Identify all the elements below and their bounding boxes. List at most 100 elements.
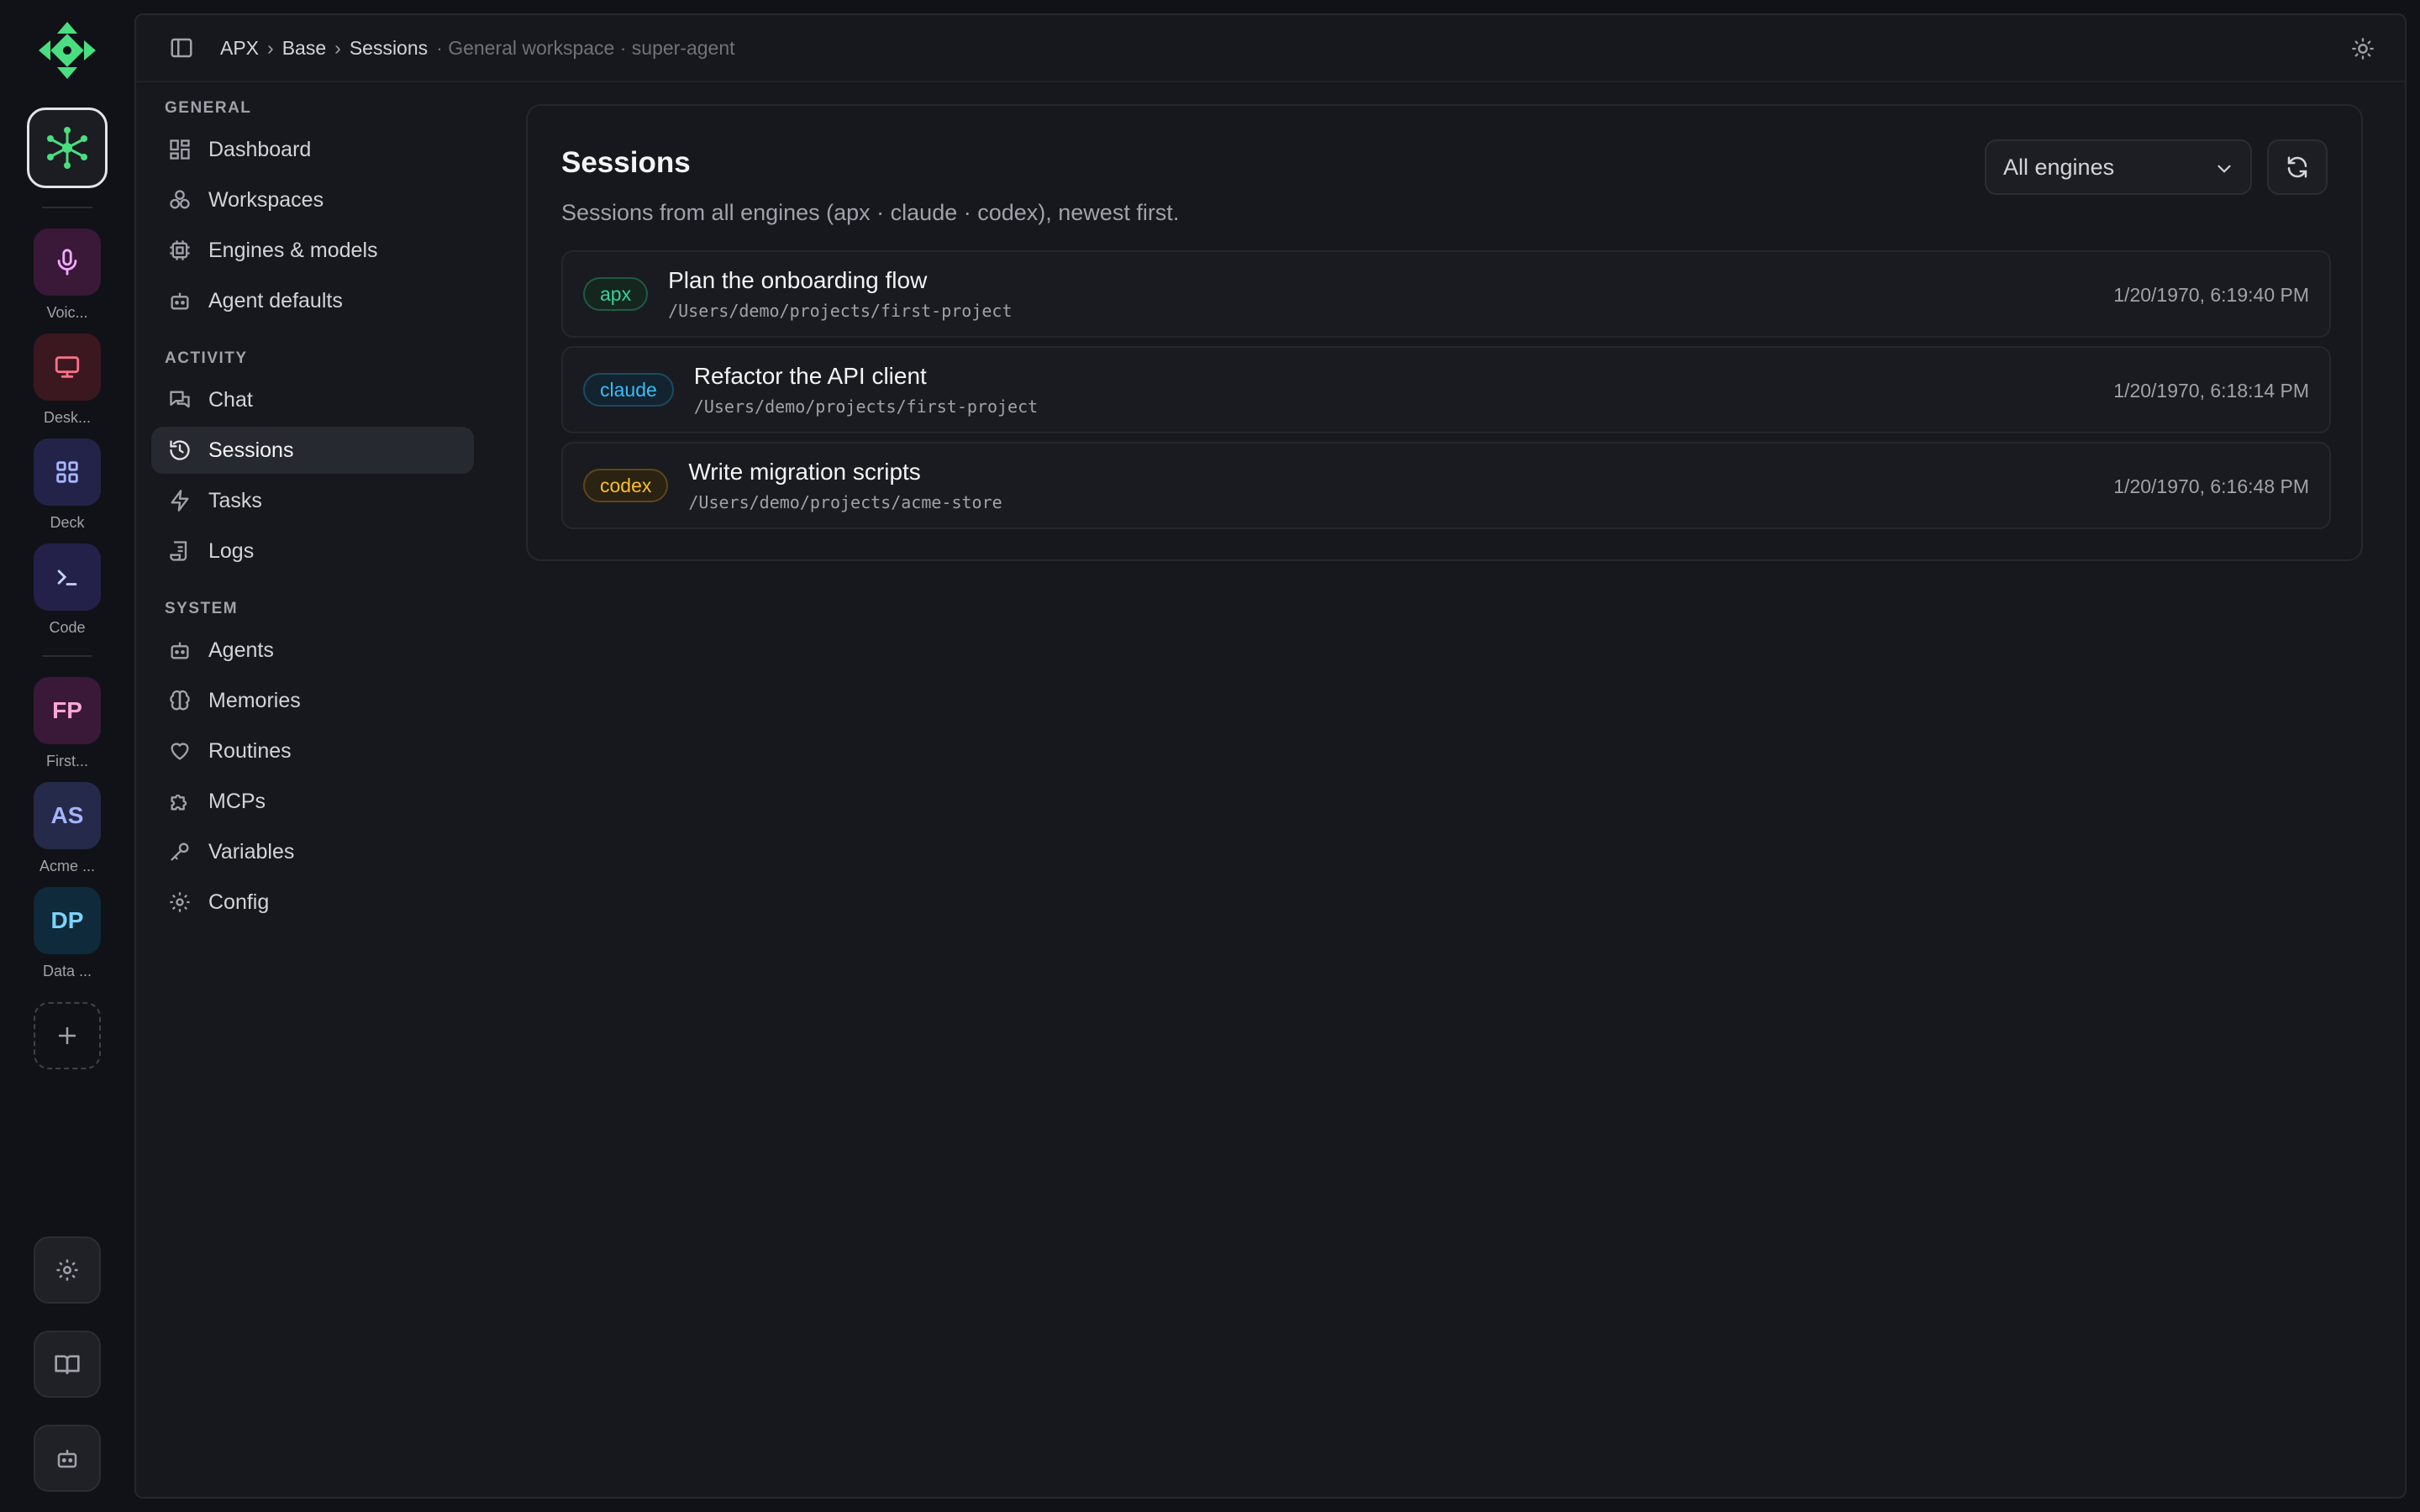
rail-app-label: Code	[49, 619, 86, 636]
rail-workspace-data[interactable]: DP Data ...	[34, 887, 101, 980]
brain-icon	[166, 687, 193, 714]
rail-app-label: Voic...	[46, 304, 88, 321]
rail-bottom-actions	[34, 1236, 101, 1492]
section-title: GENERAL	[165, 99, 252, 117]
main-window: APX › Base › Sessions · General workspac…	[134, 13, 2407, 1499]
session-timestamp: 1/20/1970, 6:19:40 PM	[2113, 284, 2309, 306]
session-info: Plan the onboarding flow /Users/demo/pro…	[668, 267, 1012, 321]
nav-group-system: SYSTEM Agents Memories Routines MCPs Var…	[151, 600, 474, 926]
sessions-panel: Sessions Sessions from all engines (apx …	[526, 104, 2363, 561]
sidebar-toggle-icon[interactable]	[165, 31, 198, 65]
super-agent-button[interactable]	[27, 108, 108, 188]
sidebar-item-label: Agents	[208, 638, 274, 662]
terminal-icon[interactable]	[34, 543, 101, 611]
rail-app-desktop[interactable]: Desk...	[34, 333, 101, 427]
apx-logo-icon[interactable]	[36, 17, 98, 84]
refresh-button[interactable]	[2267, 139, 2328, 195]
rail-divider	[42, 655, 92, 657]
sidebar-item-agents[interactable]: Agents	[151, 627, 474, 674]
sidebar-item-chat[interactable]: Chat	[151, 376, 474, 423]
breadcrumb-separator: ›	[267, 36, 274, 59]
rail-app-code[interactable]: Code	[34, 543, 101, 637]
page-subtitle: Sessions from all engines (apx · claude …	[561, 200, 1180, 225]
sidebar-item-tasks[interactable]: Tasks	[151, 477, 474, 524]
engine-filter-select[interactable]: All engines	[1985, 139, 2252, 195]
microphone-icon[interactable]	[34, 228, 101, 296]
session-row[interactable]: codex Write migration scripts /Users/dem…	[561, 442, 2331, 529]
rail-workspace-label: Data ...	[42, 963, 92, 979]
chevron-down-icon	[2213, 158, 2235, 186]
section-title: ACTIVITY	[165, 349, 248, 367]
nav-group-general: GENERAL Dashboard Workspaces Engines & m…	[151, 99, 474, 324]
rail-app-label: Deck	[50, 514, 85, 531]
session-row[interactable]: apx Plan the onboarding flow /Users/demo…	[561, 250, 2331, 338]
theme-toggle-sun-icon[interactable]	[2348, 34, 2378, 64]
sidebar-item-label: Dashboard	[208, 137, 312, 161]
rail-workspace-first[interactable]: FP First...	[34, 677, 101, 770]
session-timestamp: 1/20/1970, 6:18:14 PM	[2113, 380, 2309, 402]
workspace-avatar[interactable]: DP	[34, 887, 101, 954]
section-title: SYSTEM	[165, 600, 239, 617]
sidebar-item-label: Engines & models	[208, 238, 378, 262]
sidebar-item-label: Workspaces	[208, 187, 324, 212]
sidebar-item-agent-defaults[interactable]: Agent defaults	[151, 277, 474, 324]
settings-gear-icon[interactable]	[34, 1236, 101, 1304]
nav-group-activity: ACTIVITY Chat Sessions Tasks Logs	[151, 349, 474, 575]
rail-app-voice[interactable]: Voic...	[34, 228, 101, 322]
page-title: Sessions	[561, 146, 691, 179]
session-row[interactable]: claude Refactor the API client /Users/de…	[561, 346, 2331, 433]
app-rail: Voic... Desk... Deck Code FP First... AS…	[0, 0, 134, 1512]
sidebar-item-config[interactable]: Config	[151, 879, 474, 926]
sidebar-item-memories[interactable]: Memories	[151, 677, 474, 724]
sidebar-item-label: Agent defaults	[208, 288, 343, 312]
sidebar-item-label: MCPs	[208, 789, 266, 813]
sidebar-item-logs[interactable]: Logs	[151, 528, 474, 575]
dashboard-icon	[166, 136, 193, 163]
plus-icon	[59, 1027, 76, 1044]
sidebar-item-variables[interactable]: Variables	[151, 828, 474, 875]
engine-badge: codex	[583, 469, 669, 502]
sidebar-item-label: Logs	[208, 538, 255, 563]
sidebar-item-engines[interactable]: Engines & models	[151, 227, 474, 274]
monitor-icon[interactable]	[34, 333, 101, 401]
breadcrumb: APX › Base › Sessions · General workspac…	[220, 37, 735, 60]
breadcrumb-sessions: Sessions	[349, 36, 429, 59]
breadcrumb-apx[interactable]: APX	[220, 37, 259, 60]
workspace-avatar[interactable]: AS	[34, 782, 101, 849]
puzzle-icon	[166, 788, 193, 815]
breadcrumb-base[interactable]: Base	[282, 37, 326, 60]
grid-icon[interactable]	[34, 438, 101, 506]
sidebar-item-routines[interactable]: Routines	[151, 727, 474, 774]
refresh-icon	[2287, 156, 2307, 178]
sidebar-item-dashboard[interactable]: Dashboard	[151, 126, 474, 173]
history-icon	[166, 437, 193, 464]
sidebar-item-label: Chat	[208, 387, 253, 412]
sidebar-item-sessions[interactable]: Sessions	[151, 427, 474, 474]
rail-workspace-acme[interactable]: AS Acme ...	[34, 782, 101, 875]
sidebar-item-label: Config	[208, 890, 270, 914]
add-workspace-button[interactable]	[34, 1002, 101, 1069]
bot-icon[interactable]	[34, 1425, 101, 1492]
breadcrumb-separator: ›	[334, 36, 341, 59]
sidebar-item-mcps[interactable]: MCPs	[151, 778, 474, 825]
sidebar-item-label: Variables	[208, 839, 295, 864]
book-icon[interactable]	[34, 1331, 101, 1398]
sidebar-item-label: Tasks	[208, 488, 262, 512]
bot-icon	[166, 637, 193, 664]
engine-badge: claude	[583, 373, 674, 407]
rail-app-deck[interactable]: Deck	[34, 438, 101, 532]
session-timestamp: 1/20/1970, 6:16:48 PM	[2113, 475, 2309, 497]
bot-icon	[166, 287, 193, 314]
session-title: Refactor the API client	[693, 363, 927, 389]
heart-icon	[166, 738, 193, 764]
session-path: /Users/demo/projects/first-project	[668, 301, 1013, 321]
rail-app-label: Desk...	[43, 409, 91, 426]
sidebar-item-workspaces[interactable]: Workspaces	[151, 176, 474, 223]
session-path: /Users/demo/projects/acme-store	[688, 492, 1002, 512]
workspace-avatar[interactable]: FP	[34, 677, 101, 744]
chat-icon	[166, 386, 193, 413]
rail-workspace-label: First...	[46, 753, 88, 769]
lightning-icon	[166, 487, 193, 514]
sidebar-item-label: Sessions	[208, 438, 294, 462]
sidebar-item-label: Routines	[208, 738, 292, 763]
